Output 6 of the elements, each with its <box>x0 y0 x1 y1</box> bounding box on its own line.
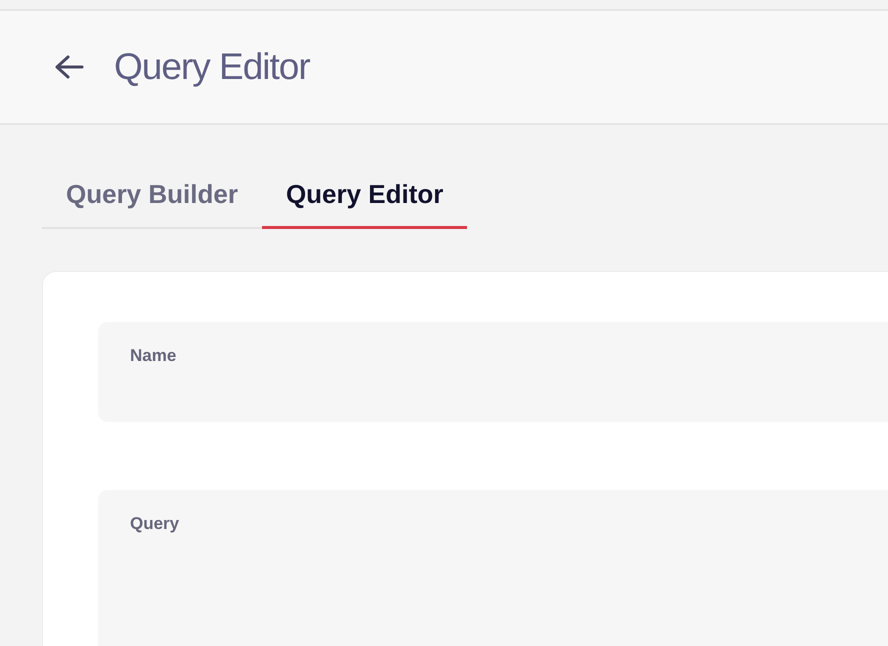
tab[interactable]: Query Builder <box>42 167 262 229</box>
tab[interactable]: Query Editor <box>262 167 468 229</box>
back-arrow-icon <box>54 54 84 80</box>
page-title: Query Editor <box>114 46 310 88</box>
query-field[interactable]: Query <box>98 490 888 646</box>
name-field[interactable]: Name <box>98 322 888 422</box>
